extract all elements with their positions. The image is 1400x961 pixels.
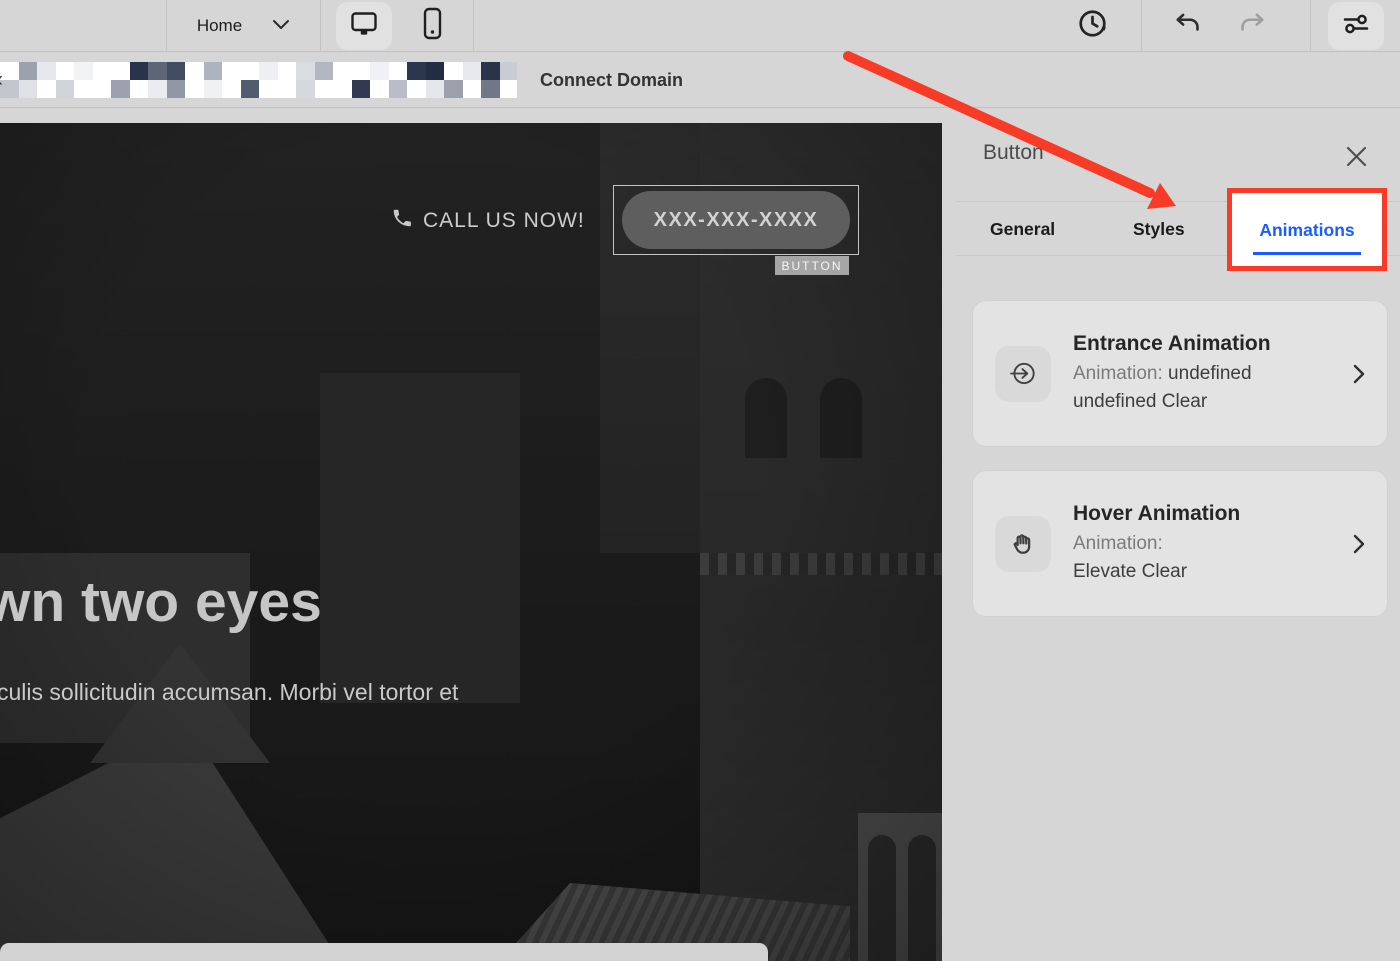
card-text: Hover Animation Animation: Elevate Clear [1073,502,1325,586]
animation-value: undefined [1163,363,1252,384]
divider [1141,0,1142,52]
close-panel-button[interactable] [1338,138,1374,174]
tab-styles[interactable]: Styles [1133,219,1185,240]
censored-url-mosaic: ‹ [0,62,517,98]
annotation-highlight-box: Animations [1227,188,1387,271]
page-dropdown[interactable]: Home [167,0,320,52]
editor-window: Home [0,0,1400,961]
call-us-label: CALL US NOW! [423,209,585,233]
phone-icon [391,207,413,234]
redo-icon [1238,12,1266,40]
selection-tag-badge: BUTTON [775,256,849,275]
sliders-icon [1340,10,1372,43]
panel-title: Button [983,141,1044,165]
chevron-down-icon [272,17,290,35]
card-subtitle-line2: Elevate Clear [1073,558,1325,586]
card-text: Entrance Animation Animation: undefined … [1073,332,1325,416]
call-us-element[interactable]: CALL US NOW! [391,207,585,234]
redo-button[interactable] [1227,2,1277,50]
domain-bar: ‹ Connect Domain [0,52,1400,108]
animation-label: Animation: [1073,533,1163,554]
divider [320,0,321,52]
chevron-right-icon [1353,534,1365,554]
card-title: Entrance Animation [1073,332,1325,356]
card-subtitle-line1: Animation: undefined [1073,360,1325,388]
chevron-right-icon [1353,364,1365,384]
hand-icon [995,516,1051,572]
history-clock-icon [1076,7,1109,45]
divider [1310,0,1311,52]
desktop-view-button[interactable] [336,2,392,50]
desktop-icon [348,10,380,43]
hero-heading[interactable]: wn two eyes [0,569,322,635]
undo-icon [1174,12,1202,40]
close-icon [1345,145,1368,168]
hover-animation-card[interactable]: Hover Animation Animation: Elevate Clear [972,470,1388,617]
page-dropdown-label: Home [197,16,242,36]
top-toolbar: Home [0,0,1400,52]
divider [473,0,474,52]
hero-paragraph[interactable]: culis sollicitudin accumsan. Morbi vel t… [0,679,458,706]
history-button[interactable] [1064,2,1120,50]
animation-label: Animation: [1073,363,1163,384]
site-canvas: CALL US NOW! XXX-XXX-XXXX BUTTON wn two … [0,123,942,961]
card-subtitle-line1: Animation: [1073,530,1325,558]
entrance-animation-icon [995,346,1051,402]
card-title: Hover Animation [1073,502,1325,526]
url-cut-character: ‹ [0,68,3,92]
mobile-icon [422,7,443,45]
settings-button[interactable] [1328,2,1384,50]
entrance-animation-card[interactable]: Entrance Animation Animation: undefined … [972,300,1388,447]
site-phone-button[interactable]: XXX-XXX-XXXX [622,191,850,249]
card-subtitle-line2: undefined Clear [1073,388,1325,416]
undo-button[interactable] [1163,2,1213,50]
tab-general[interactable]: General [990,219,1055,240]
bottom-section-strip [0,943,768,961]
tab-animations[interactable]: Animations [1232,220,1382,241]
connect-domain-link[interactable]: Connect Domain [540,52,683,108]
mobile-view-button[interactable] [404,2,460,50]
active-tab-underline [1253,252,1361,255]
